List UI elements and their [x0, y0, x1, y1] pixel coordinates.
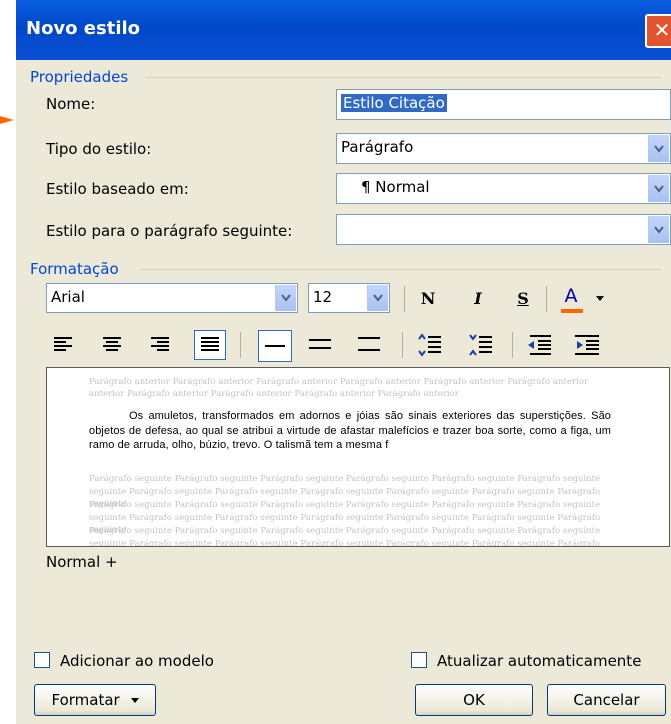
auto-update-label: Atualizar automaticamente	[437, 652, 642, 670]
font-select[interactable]: Arial	[46, 283, 298, 313]
italic-button[interactable]: I	[466, 287, 490, 311]
toolbar-separator	[402, 332, 403, 358]
group-divider	[146, 77, 661, 78]
properties-group-label: Propriedades	[30, 68, 137, 86]
bold-button[interactable]: N	[416, 287, 440, 311]
font-color-swatch	[561, 309, 583, 313]
preview-following-line: Parágrafo seguinte Parágrafo seguinte Pa…	[89, 526, 601, 536]
format-menu-button[interactable]: Formatar	[34, 684, 156, 716]
preview-previous-line: anterior Parágrafo anterior Parágrafo an…	[89, 389, 459, 399]
style-type-value: Parágrafo	[341, 138, 414, 156]
chevron-down-icon[interactable]	[648, 175, 669, 202]
font-color-dropdown-icon[interactable]	[596, 296, 604, 301]
close-button[interactable]: ✕	[645, 14, 671, 48]
underline-button[interactable]: S	[511, 287, 535, 311]
decrease-indent-icon[interactable]	[526, 333, 552, 357]
auto-update-checkbox[interactable]	[411, 652, 427, 668]
align-left-icon[interactable]	[53, 336, 73, 354]
font-color-letter: A	[564, 285, 578, 307]
preview-following-line: seguinte Parágrafo seguinte Parágrafo se…	[89, 539, 601, 547]
formatting-group-label: Formatação	[30, 260, 127, 278]
increase-paragraph-spacing-icon[interactable]	[416, 333, 442, 357]
style-preview-pane: Parágrafo anterior Parágrafo anterior Pa…	[46, 367, 670, 547]
chevron-down-icon[interactable]	[367, 285, 388, 311]
font-color-button[interactable]: A	[559, 284, 583, 313]
dropdown-arrow-icon	[130, 698, 139, 703]
cancel-button[interactable]: Cancelar	[547, 684, 666, 716]
preview-previous-line: Parágrafo anterior Parágrafo anterior Pa…	[89, 377, 589, 387]
close-icon: ✕	[653, 18, 671, 42]
decrease-paragraph-spacing-icon[interactable]	[467, 333, 493, 357]
add-to-template-label: Adicionar ao modelo	[60, 652, 214, 670]
chevron-down-icon[interactable]	[648, 216, 669, 243]
preview-main-text: Os amuletos, transformados em adornos e …	[89, 410, 611, 451]
based-on-value: ¶ Normal	[361, 178, 430, 196]
title-bar[interactable]: Novo estilo ✕	[16, 0, 671, 60]
name-input[interactable]: Estilo Citação	[336, 89, 671, 120]
font-value: Arial	[51, 288, 85, 306]
preview-following-line: Parágrafo seguinte Parágrafo seguinte Pa…	[89, 500, 601, 510]
style-type-select[interactable]: Parágrafo	[336, 133, 671, 164]
justify-button[interactable]	[194, 330, 226, 360]
toolbar-separator	[546, 286, 547, 312]
align-justify-icon	[201, 337, 219, 351]
preview-following-line: Parágrafo seguinte Parágrafo seguinte Pa…	[89, 474, 601, 484]
dialog-title: Novo estilo	[26, 18, 141, 39]
chevron-down-icon[interactable]	[648, 135, 669, 162]
next-style-label: Estilo para o parágrafo seguinte:	[46, 222, 293, 240]
format-button-label: Formatar	[51, 691, 120, 709]
toolbar-separator	[512, 332, 513, 358]
chevron-down-icon[interactable]	[275, 285, 296, 311]
based-on-label: Estilo baseado em:	[46, 180, 189, 198]
font-size-select[interactable]: 12	[308, 283, 390, 313]
align-center-icon[interactable]	[102, 336, 122, 354]
based-on-select[interactable]: ¶ Normal	[336, 173, 671, 204]
double-spacing-icon[interactable]	[357, 335, 381, 353]
pointer-arrow-icon	[0, 116, 14, 124]
style-description: Normal +	[46, 553, 118, 571]
group-divider	[140, 269, 661, 270]
name-label: Nome:	[46, 95, 96, 113]
align-right-icon[interactable]	[150, 336, 170, 354]
style-type-label: Tipo do estilo:	[46, 140, 152, 158]
increase-indent-icon[interactable]	[574, 333, 600, 357]
single-spacing-button[interactable]	[258, 330, 292, 362]
single-spacing-icon	[265, 345, 285, 347]
ok-button[interactable]: OK	[415, 684, 533, 716]
new-style-dialog: Novo estilo ✕ Propriedades Nome: Estilo …	[16, 0, 671, 724]
next-style-select[interactable]	[336, 214, 671, 245]
toolbar-separator	[404, 286, 405, 312]
one-half-spacing-icon[interactable]	[308, 337, 332, 351]
toolbar-separator	[240, 332, 241, 358]
name-input-value: Estilo Citação	[341, 94, 447, 112]
font-size-value: 12	[313, 288, 333, 306]
add-to-template-checkbox[interactable]	[34, 652, 50, 668]
